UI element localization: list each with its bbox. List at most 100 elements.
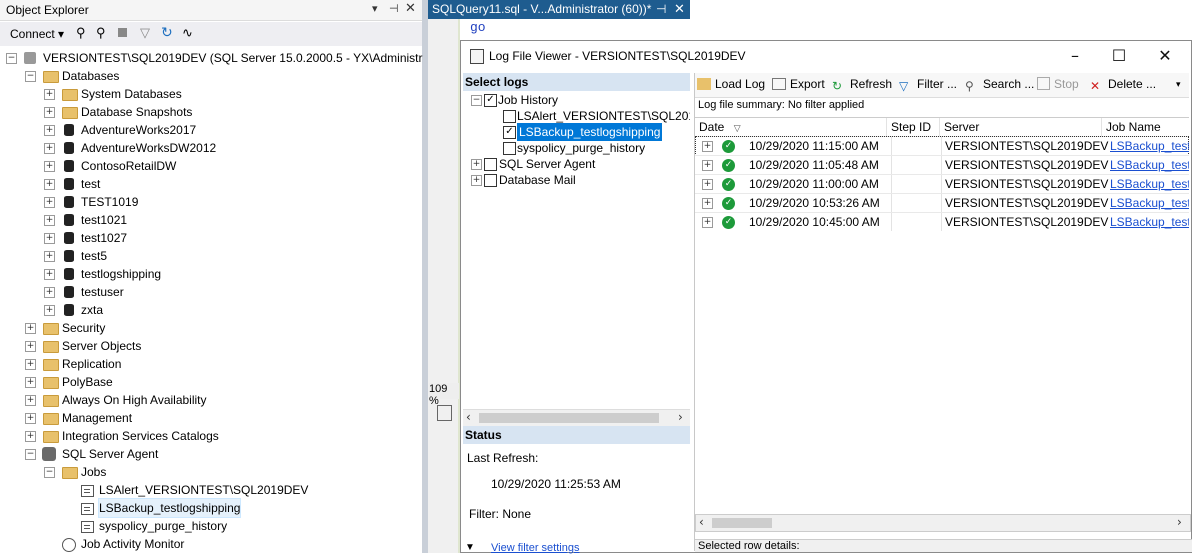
job-history-checkbox[interactable]: ✓ [484, 94, 497, 107]
table-row[interactable]: + ✓ 10/29/2020 11:05:48 AM VERSIONTEST\SQL2… [695, 155, 1189, 175]
delete-button[interactable]: ✕ Delete ... [1090, 77, 1156, 93]
close-icon[interactable]: ✕ [405, 0, 416, 16]
disconnect-icon[interactable]: ⚲ [96, 25, 106, 41]
folder-icon [62, 89, 78, 101]
row-job-name-link[interactable]: LSBackup_testlo [1110, 194, 1189, 213]
row-job-name-link[interactable]: LSBackup_testlo [1110, 156, 1189, 175]
column-header-step-id[interactable]: Step ID [887, 118, 940, 136]
folder-icon [43, 395, 59, 407]
expand-icon[interactable]: + [44, 107, 55, 118]
log-viewer-icon [470, 49, 484, 64]
expand-icon[interactable]: + [44, 287, 55, 298]
select-logs-header: Select logs [463, 73, 690, 91]
expand-icon[interactable]: + [25, 413, 36, 424]
expand-icon[interactable]: + [25, 431, 36, 442]
search-button[interactable]: ⚲ Search ... [965, 77, 1034, 93]
grid-horizontal-scrollbar[interactable]: ‹ › [695, 514, 1191, 532]
view-filter-settings-link[interactable]: View filter settings [491, 542, 579, 554]
zoom-level[interactable]: 109 % [429, 383, 459, 407]
expand-icon[interactable]: + [44, 179, 55, 190]
expand-icon[interactable]: + [44, 215, 55, 226]
close-button[interactable]: ✕ [1145, 44, 1185, 68]
refresh-icon[interactable]: ↻ [161, 24, 173, 41]
table-row[interactable]: + ✓ 10/29/2020 11:00:00 AM VERSIONTEST\SQL2… [695, 174, 1189, 194]
expand-icon[interactable]: + [44, 305, 55, 316]
expand-icon[interactable]: + [471, 159, 482, 170]
table-row[interactable]: + ✓ 10/29/2020 10:45:00 AM VERSIONTEST\SQL2… [695, 212, 1189, 232]
toolbar-overflow-icon[interactable]: ▾ [1176, 79, 1181, 90]
tab-pin-icon[interactable]: ⊣ [656, 2, 666, 16]
node-label: Management [62, 411, 133, 425]
expand-icon[interactable]: + [702, 198, 713, 209]
log-checkbox[interactable]: ✓ [503, 126, 516, 139]
expand-icon[interactable]: + [44, 197, 55, 208]
row-job-name-link[interactable]: LSBackup_testlo [1110, 137, 1189, 156]
tab-sqlquery11[interactable]: SQLQuery11.sql - V...Administrator (60))… [428, 0, 690, 19]
expand-icon[interactable]: + [25, 395, 36, 406]
results-icon[interactable] [437, 405, 452, 421]
expand-icon[interactable]: + [44, 125, 55, 136]
row-server: VERSIONTEST\SQL2019DEV [945, 177, 1109, 191]
db-mail-checkbox[interactable] [484, 174, 497, 187]
scroll-right-icon[interactable]: › [678, 410, 683, 424]
maximize-button[interactable]: ☐ [1099, 44, 1139, 68]
scroll-left-icon[interactable]: ‹ [699, 515, 704, 529]
expand-icon[interactable]: + [25, 377, 36, 388]
filter-button[interactable]: ▽ Filter ... [899, 77, 957, 93]
expand-icon[interactable]: + [25, 341, 36, 352]
column-header-date[interactable]: Date ▽ [695, 118, 887, 136]
filter-toggle-icon[interactable]: ▼ [465, 542, 475, 553]
folder-open-icon [697, 78, 711, 90]
log-checkbox[interactable] [503, 110, 516, 123]
expand-icon[interactable]: + [25, 359, 36, 370]
expand-icon[interactable]: + [44, 89, 55, 100]
collapse-icon[interactable]: − [25, 71, 36, 82]
expand-icon[interactable]: + [44, 143, 55, 154]
collapse-icon[interactable]: − [44, 467, 55, 478]
refresh-button[interactable]: ↻ Refresh [832, 77, 892, 93]
collapse-icon[interactable]: − [6, 53, 17, 64]
expand-icon[interactable]: + [702, 179, 713, 190]
expand-icon[interactable]: + [44, 233, 55, 244]
collapse-icon[interactable]: − [25, 449, 36, 460]
stop-button[interactable]: Stop [1037, 77, 1079, 91]
job-label: syspolicy_purge_history [99, 519, 228, 533]
expand-icon[interactable]: + [471, 175, 482, 186]
load-log-button[interactable]: Load Log [697, 77, 765, 91]
row-job-name-link[interactable]: LSBackup_testlo [1110, 213, 1189, 232]
connect-button[interactable]: Connect ▾ [10, 27, 64, 41]
connect-object-icon[interactable]: ⚲ [76, 25, 86, 41]
filter-icon[interactable]: ▽ [140, 25, 150, 41]
collapse-icon[interactable]: − [471, 95, 482, 106]
success-icon: ✓ [722, 178, 735, 191]
scrollbar-thumb[interactable] [712, 518, 772, 528]
expand-icon[interactable]: + [44, 251, 55, 262]
activity-monitor-icon[interactable]: ∿ [182, 25, 193, 41]
expand-icon[interactable]: + [44, 161, 55, 172]
pin-dropdown-icon[interactable]: ▾ [372, 2, 378, 15]
expand-icon[interactable]: + [44, 269, 55, 280]
expand-icon[interactable]: + [25, 323, 36, 334]
stop-icon[interactable] [118, 28, 127, 37]
scroll-right-icon[interactable]: › [1177, 515, 1182, 529]
export-icon [772, 78, 786, 90]
column-header-server[interactable]: Server [940, 118, 1102, 136]
object-explorer-tree: − VERSIONTEST\SQL2019DEV (SQL Server 15.… [0, 48, 447, 553]
minimize-button[interactable]: – [1055, 44, 1095, 68]
tab-close-icon[interactable]: ✕ [674, 1, 685, 17]
scrollbar-thumb[interactable] [479, 413, 659, 423]
table-row[interactable]: + ✓ 10/29/2020 10:53:26 AM VERSIONTEST\SQL2… [695, 193, 1189, 213]
expand-icon[interactable]: + [702, 141, 713, 152]
log-checkbox[interactable] [503, 142, 516, 155]
horizontal-scrollbar[interactable]: ‹ › [463, 409, 690, 426]
sql-agent-checkbox[interactable] [484, 158, 497, 171]
expand-icon[interactable]: + [702, 217, 713, 228]
row-server: VERSIONTEST\SQL2019DEV [945, 215, 1109, 229]
scroll-left-icon[interactable]: ‹ [466, 410, 471, 424]
expand-icon[interactable]: + [702, 160, 713, 171]
row-job-name-link[interactable]: LSBackup_testlo [1110, 175, 1189, 194]
column-header-job-name[interactable]: Job Name [1102, 118, 1189, 136]
export-button[interactable]: Export [772, 77, 825, 91]
table-row[interactable]: + ✓ 10/29/2020 11:15:00 AM VERSIONTEST\SQL2… [695, 136, 1189, 156]
pin-icon[interactable]: ⊣ [389, 2, 399, 15]
